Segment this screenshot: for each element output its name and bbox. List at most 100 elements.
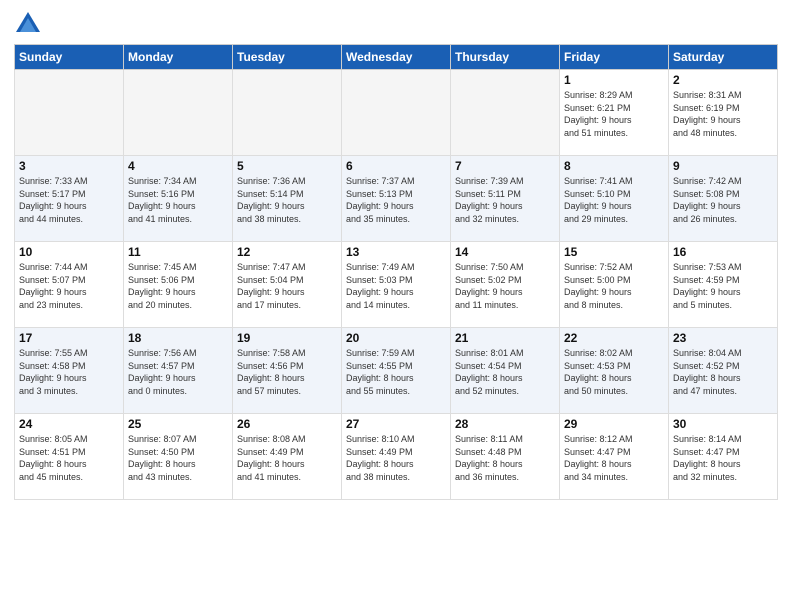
day-detail: Sunrise: 8:10 AM Sunset: 4:49 PM Dayligh… <box>346 433 446 483</box>
calendar-cell: 21Sunrise: 8:01 AM Sunset: 4:54 PM Dayli… <box>451 328 560 414</box>
day-number: 25 <box>128 417 228 431</box>
calendar-cell <box>15 70 124 156</box>
day-detail: Sunrise: 7:37 AM Sunset: 5:13 PM Dayligh… <box>346 175 446 225</box>
calendar-cell: 30 Sunrise: 8:14 AM Sunset: 4:47 PM Dayli… <box>669 414 778 500</box>
day-detail: Sunrise: 8:12 AM Sunset: 4:47 PM Dayligh… <box>564 433 664 483</box>
header <box>14 10 778 38</box>
day-detail: Sunrise: 7:52 AM Sunset: 5:00 PM Dayligh… <box>564 261 664 311</box>
calendar-cell: 10Sunrise: 7:44 AM Sunset: 5:07 PM Dayli… <box>15 242 124 328</box>
day-detail: Sunrise: 8:07 AM Sunset: 4:50 PM Dayligh… <box>128 433 228 483</box>
day-detail: Sunrise: 8:02 AM Sunset: 4:53 PM Dayligh… <box>564 347 664 397</box>
calendar-header-saturday: Saturday <box>669 45 778 70</box>
day-number: 5 <box>237 159 337 173</box>
calendar-header-wednesday: Wednesday <box>342 45 451 70</box>
calendar-cell: 16 Sunrise: 7:53 AM Sunset: 4:59 PM Dayli… <box>669 242 778 328</box>
calendar-cell: 9 Sunrise: 7:42 AM Sunset: 5:08 PM Daylig… <box>669 156 778 242</box>
calendar-cell: 15 Sunrise: 7:52 AM Sunset: 5:00 PM Dayli… <box>560 242 669 328</box>
day-detail: Sunrise: 8:11 AM Sunset: 4:48 PM Dayligh… <box>455 433 555 483</box>
day-detail: Sunrise: 7:41 AM Sunset: 5:10 PM Dayligh… <box>564 175 664 225</box>
day-number: 14 <box>455 245 555 259</box>
day-detail: Sunrise: 7:44 AM Sunset: 5:07 PM Dayligh… <box>19 261 119 311</box>
calendar-cell: 22 Sunrise: 8:02 AM Sunset: 4:53 PM Dayli… <box>560 328 669 414</box>
calendar-cell: 3Sunrise: 7:33 AM Sunset: 5:17 PM Daylig… <box>15 156 124 242</box>
calendar-header-friday: Friday <box>560 45 669 70</box>
day-number: 19 <box>237 331 337 345</box>
day-number: 9 <box>673 159 773 173</box>
day-detail: Sunrise: 7:42 AM Sunset: 5:08 PM Dayligh… <box>673 175 773 225</box>
day-number: 22 <box>564 331 664 345</box>
day-detail: Sunrise: 8:31 AM Sunset: 6:19 PM Dayligh… <box>673 89 773 139</box>
calendar-cell: 20 Sunrise: 7:59 AM Sunset: 4:55 PM Dayli… <box>342 328 451 414</box>
day-detail: Sunrise: 7:47 AM Sunset: 5:04 PM Dayligh… <box>237 261 337 311</box>
calendar-cell: 1 Sunrise: 8:29 AM Sunset: 6:21 PM Daylig… <box>560 70 669 156</box>
day-number: 27 <box>346 417 446 431</box>
day-number: 29 <box>564 417 664 431</box>
calendar-cell: 14 Sunrise: 7:50 AM Sunset: 5:02 PM Dayli… <box>451 242 560 328</box>
calendar-cell: 11 Sunrise: 7:45 AM Sunset: 5:06 PM Dayli… <box>124 242 233 328</box>
day-detail: Sunrise: 8:29 AM Sunset: 6:21 PM Dayligh… <box>564 89 664 139</box>
calendar-cell: 29 Sunrise: 8:12 AM Sunset: 4:47 PM Dayli… <box>560 414 669 500</box>
day-number: 17 <box>19 331 119 345</box>
calendar-cell: 28 Sunrise: 8:11 AM Sunset: 4:48 PM Dayli… <box>451 414 560 500</box>
day-detail: Sunrise: 7:56 AM Sunset: 4:57 PM Dayligh… <box>128 347 228 397</box>
day-number: 30 <box>673 417 773 431</box>
calendar-header-monday: Monday <box>124 45 233 70</box>
logo-icon <box>14 10 42 38</box>
day-detail: Sunrise: 7:34 AM Sunset: 5:16 PM Dayligh… <box>128 175 228 225</box>
logo <box>14 10 46 38</box>
day-number: 21 <box>455 331 555 345</box>
day-detail: Sunrise: 7:55 AM Sunset: 4:58 PM Dayligh… <box>19 347 119 397</box>
calendar-header-row: SundayMondayTuesdayWednesdayThursdayFrid… <box>15 45 778 70</box>
calendar-week-row: 17 Sunrise: 7:55 AM Sunset: 4:58 PM Dayli… <box>15 328 778 414</box>
day-detail: Sunrise: 7:53 AM Sunset: 4:59 PM Dayligh… <box>673 261 773 311</box>
day-number: 3 <box>19 159 119 173</box>
day-detail: Sunrise: 7:39 AM Sunset: 5:11 PM Dayligh… <box>455 175 555 225</box>
day-number: 13 <box>346 245 446 259</box>
calendar-table: SundayMondayTuesdayWednesdayThursdayFrid… <box>14 44 778 500</box>
day-detail: Sunrise: 8:05 AM Sunset: 4:51 PM Dayligh… <box>19 433 119 483</box>
page-container: SundayMondayTuesdayWednesdayThursdayFrid… <box>0 0 792 612</box>
calendar-cell: 18 Sunrise: 7:56 AM Sunset: 4:57 PM Dayli… <box>124 328 233 414</box>
day-number: 4 <box>128 159 228 173</box>
calendar-week-row: 10Sunrise: 7:44 AM Sunset: 5:07 PM Dayli… <box>15 242 778 328</box>
calendar-cell: 12 Sunrise: 7:47 AM Sunset: 5:04 PM Dayli… <box>233 242 342 328</box>
calendar-cell: 25 Sunrise: 8:07 AM Sunset: 4:50 PM Dayli… <box>124 414 233 500</box>
calendar-cell: 5 Sunrise: 7:36 AM Sunset: 5:14 PM Daylig… <box>233 156 342 242</box>
day-number: 18 <box>128 331 228 345</box>
day-number: 7 <box>455 159 555 173</box>
day-number: 20 <box>346 331 446 345</box>
day-number: 12 <box>237 245 337 259</box>
day-number: 1 <box>564 73 664 87</box>
day-number: 11 <box>128 245 228 259</box>
day-detail: Sunrise: 8:08 AM Sunset: 4:49 PM Dayligh… <box>237 433 337 483</box>
calendar-cell: 23 Sunrise: 8:04 AM Sunset: 4:52 PM Dayli… <box>669 328 778 414</box>
day-detail: Sunrise: 7:36 AM Sunset: 5:14 PM Dayligh… <box>237 175 337 225</box>
day-detail: Sunrise: 8:04 AM Sunset: 4:52 PM Dayligh… <box>673 347 773 397</box>
day-detail: Sunrise: 7:50 AM Sunset: 5:02 PM Dayligh… <box>455 261 555 311</box>
calendar-week-row: 24Sunrise: 8:05 AM Sunset: 4:51 PM Dayli… <box>15 414 778 500</box>
calendar-cell: 13 Sunrise: 7:49 AM Sunset: 5:03 PM Dayli… <box>342 242 451 328</box>
calendar-week-row: 1 Sunrise: 8:29 AM Sunset: 6:21 PM Daylig… <box>15 70 778 156</box>
calendar-cell: 6 Sunrise: 7:37 AM Sunset: 5:13 PM Daylig… <box>342 156 451 242</box>
calendar-cell <box>124 70 233 156</box>
calendar-week-row: 3Sunrise: 7:33 AM Sunset: 5:17 PM Daylig… <box>15 156 778 242</box>
calendar-cell: 8Sunrise: 7:41 AM Sunset: 5:10 PM Daylig… <box>560 156 669 242</box>
day-detail: Sunrise: 7:45 AM Sunset: 5:06 PM Dayligh… <box>128 261 228 311</box>
calendar-header-thursday: Thursday <box>451 45 560 70</box>
day-detail: Sunrise: 8:14 AM Sunset: 4:47 PM Dayligh… <box>673 433 773 483</box>
calendar-header-tuesday: Tuesday <box>233 45 342 70</box>
calendar-cell: 19Sunrise: 7:58 AM Sunset: 4:56 PM Dayli… <box>233 328 342 414</box>
day-number: 28 <box>455 417 555 431</box>
day-number: 15 <box>564 245 664 259</box>
calendar-cell: 27 Sunrise: 8:10 AM Sunset: 4:49 PM Dayli… <box>342 414 451 500</box>
day-detail: Sunrise: 7:59 AM Sunset: 4:55 PM Dayligh… <box>346 347 446 397</box>
calendar-cell <box>233 70 342 156</box>
calendar-cell <box>342 70 451 156</box>
day-number: 6 <box>346 159 446 173</box>
day-number: 2 <box>673 73 773 87</box>
day-number: 16 <box>673 245 773 259</box>
day-detail: Sunrise: 7:49 AM Sunset: 5:03 PM Dayligh… <box>346 261 446 311</box>
day-number: 23 <box>673 331 773 345</box>
day-number: 26 <box>237 417 337 431</box>
calendar-cell: 17 Sunrise: 7:55 AM Sunset: 4:58 PM Dayli… <box>15 328 124 414</box>
